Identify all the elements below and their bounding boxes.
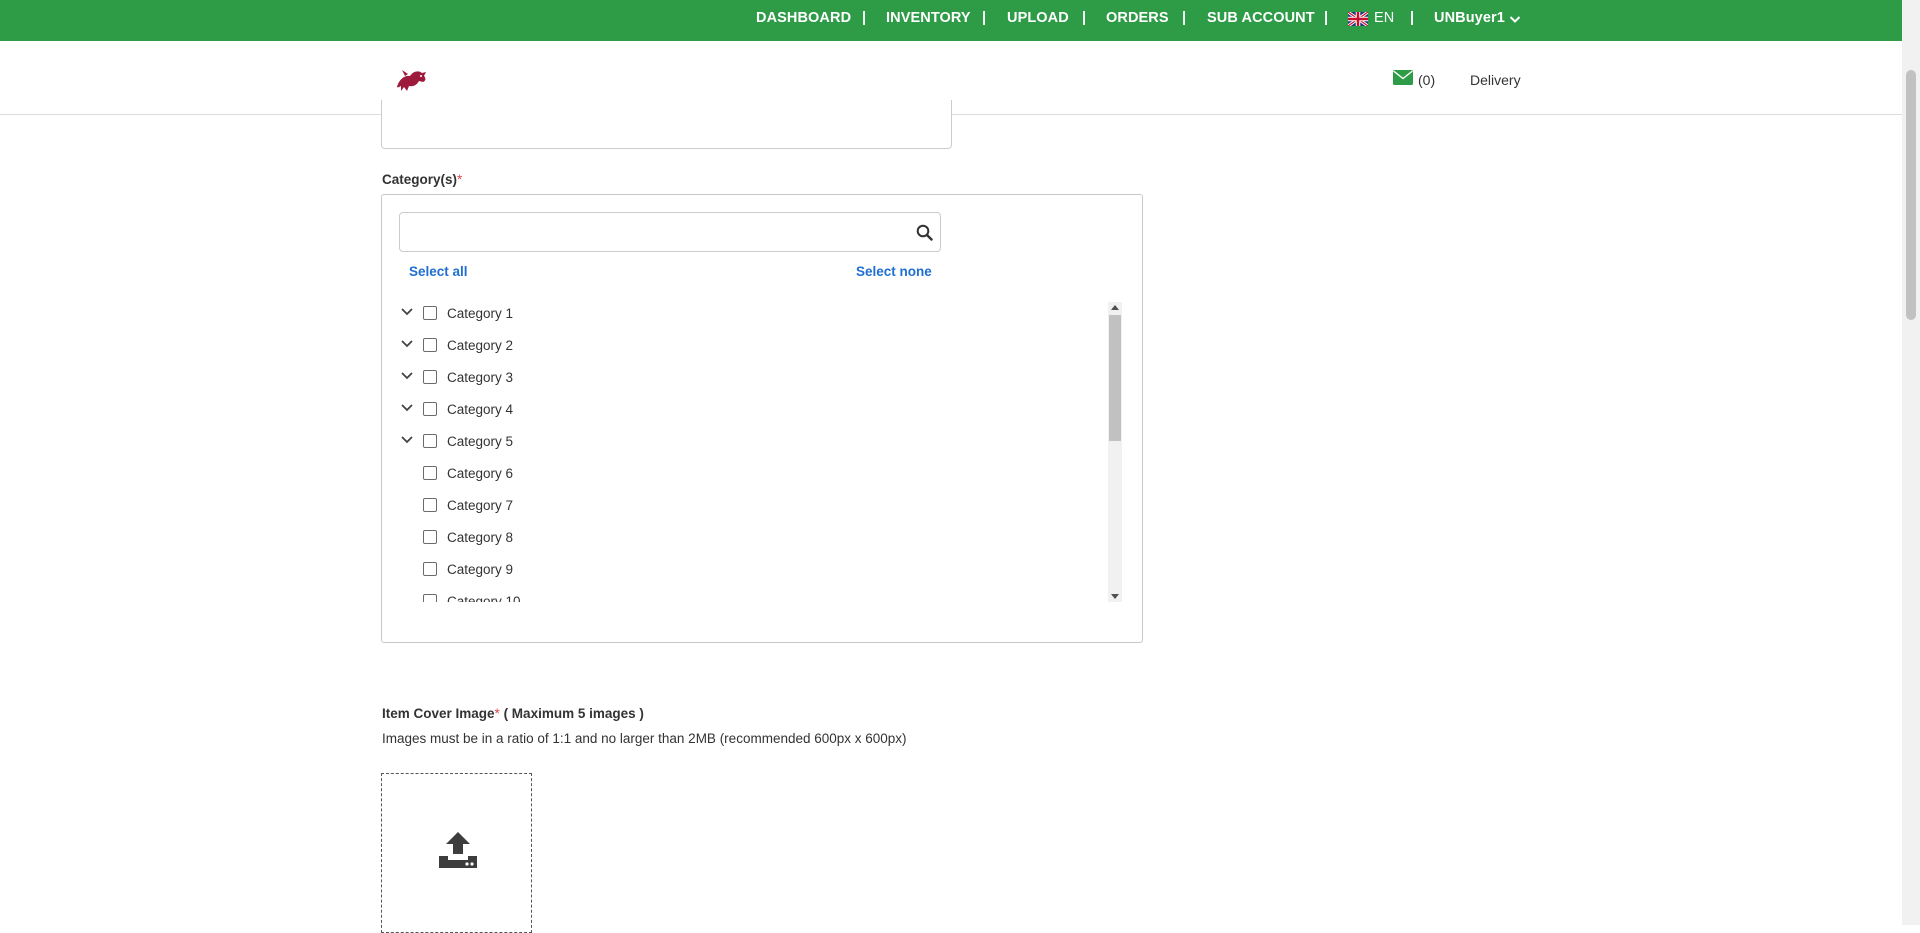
category-name: Category 10: [447, 594, 521, 602]
category-row[interactable]: Category 4: [396, 398, 956, 424]
nav-separator: |: [862, 10, 867, 26]
category-list: Category 1 Category 2 Category 3 Categor…: [396, 302, 976, 602]
category-checkbox[interactable]: [423, 562, 437, 576]
user-menu[interactable]: UNBuyer1: [1434, 10, 1505, 26]
scroll-down-arrow-icon[interactable]: [1111, 594, 1119, 599]
category-checkbox[interactable]: [423, 434, 437, 448]
category-checkbox[interactable]: [423, 338, 437, 352]
upload-icon[interactable]: [437, 830, 479, 870]
scroll-up-arrow-icon[interactable]: [1111, 305, 1119, 310]
category-checkbox[interactable]: [423, 498, 437, 512]
nav-separator: |: [1082, 10, 1087, 26]
category-name: Category 9: [447, 562, 514, 577]
cover-image-label-text: Item Cover Image: [382, 706, 495, 721]
nav-dashboard[interactable]: DASHBOARD: [756, 10, 851, 26]
nav-orders[interactable]: ORDERS: [1106, 10, 1169, 26]
category-name: Category 8: [447, 530, 514, 545]
top-nav-bar: DASHBOARD | INVENTORY | UPLOAD | ORDERS …: [0, 0, 1902, 41]
mail-count[interactable]: (0): [1418, 72, 1435, 88]
cover-image-max-note: ( Maximum 5 images ): [499, 706, 644, 721]
language-selector[interactable]: EN: [1374, 10, 1394, 26]
category-search-input[interactable]: [399, 212, 941, 252]
category-row[interactable]: Category 10: [396, 590, 956, 602]
category-list-scrollbar-thumb[interactable]: [1109, 315, 1121, 441]
category-checkbox[interactable]: [423, 370, 437, 384]
image-upload-dropzone[interactable]: [381, 773, 532, 933]
category-row[interactable]: Category 6: [396, 462, 956, 488]
category-row[interactable]: Category 2: [396, 334, 956, 360]
category-selector: Select all Select none Category 1 Catego…: [381, 194, 1143, 643]
chevron-down-icon[interactable]: [1509, 13, 1521, 25]
mail-icon[interactable]: [1393, 70, 1413, 85]
category-name: Category 6: [447, 466, 514, 481]
category-row[interactable]: Category 7: [396, 494, 956, 520]
category-checkbox[interactable]: [423, 594, 437, 602]
cover-image-label: Item Cover Image* ( Maximum 5 images ): [382, 706, 644, 721]
nav-separator: |: [1410, 10, 1415, 26]
nav-upload[interactable]: UPLOAD: [1007, 10, 1069, 26]
chevron-down-icon[interactable]: [400, 306, 414, 318]
category-name: Category 1: [447, 306, 514, 321]
category-row[interactable]: Category 5: [396, 430, 956, 456]
category-checkbox[interactable]: [423, 530, 437, 544]
category-row[interactable]: Category 3: [396, 366, 956, 392]
select-none-link[interactable]: Select none: [856, 264, 932, 279]
category-list-scrollbar[interactable]: [1108, 302, 1122, 602]
nav-separator: |: [982, 10, 987, 26]
category-row[interactable]: Category 9: [396, 558, 956, 584]
categories-label-text: Category(s): [382, 172, 458, 187]
category-checkbox[interactable]: [423, 306, 437, 320]
chevron-down-icon[interactable]: [400, 434, 414, 446]
uk-flag-icon[interactable]: [1348, 12, 1368, 26]
nav-separator: |: [1182, 10, 1187, 26]
nav-separator: |: [1324, 10, 1329, 26]
chevron-down-icon[interactable]: [400, 338, 414, 350]
cover-image-help: Images must be in a ratio of 1:1 and no …: [382, 731, 907, 746]
category-name: Category 7: [447, 498, 514, 513]
category-name: Category 3: [447, 370, 514, 385]
nav-inventory[interactable]: INVENTORY: [886, 10, 971, 26]
required-asterisk: *: [457, 172, 463, 187]
category-checkbox[interactable]: [423, 466, 437, 480]
categories-label: Category(s)*: [382, 172, 462, 187]
chevron-down-icon[interactable]: [400, 402, 414, 414]
category-row[interactable]: Category 8: [396, 526, 956, 552]
nav-sub-account[interactable]: SUB ACCOUNT: [1207, 10, 1315, 26]
category-checkbox[interactable]: [423, 402, 437, 416]
delivery-link[interactable]: Delivery: [1470, 72, 1521, 88]
page-scrollbar[interactable]: [1902, 0, 1920, 925]
category-row[interactable]: Category 1: [396, 302, 956, 328]
search-icon[interactable]: [916, 224, 933, 241]
page-scrollbar-thumb[interactable]: [1906, 70, 1916, 320]
category-name: Category 5: [447, 434, 514, 449]
dragon-logo-icon[interactable]: [393, 67, 429, 95]
category-name: Category 4: [447, 402, 514, 417]
previous-text-field[interactable]: [381, 100, 952, 149]
select-all-link[interactable]: Select all: [409, 264, 468, 279]
category-name: Category 2: [447, 338, 514, 353]
chevron-down-icon[interactable]: [400, 370, 414, 382]
